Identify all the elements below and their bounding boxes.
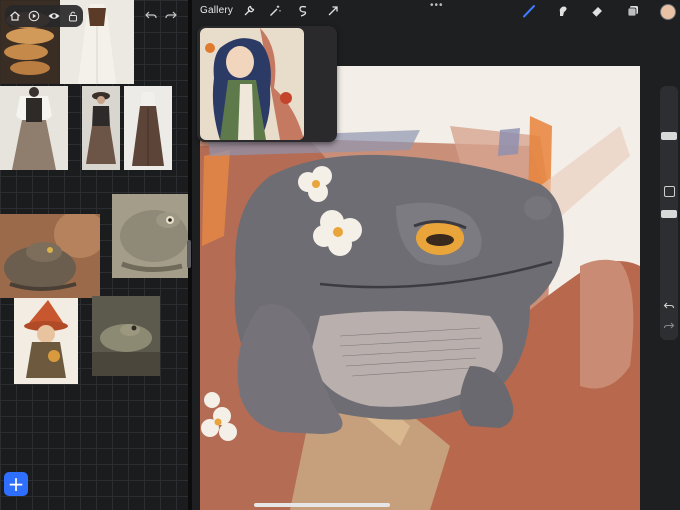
transform-arrow-icon[interactable] bbox=[326, 4, 340, 18]
split-view-handle[interactable] bbox=[187, 240, 191, 268]
reference-photo-outfit-3[interactable] bbox=[124, 86, 172, 170]
witch-girl-image bbox=[200, 28, 304, 140]
top-toolbar: Gallery ••• bbox=[192, 0, 680, 24]
modify-button[interactable] bbox=[664, 186, 675, 197]
reference-photo-toad-1[interactable] bbox=[0, 214, 100, 298]
reference-window[interactable] bbox=[197, 26, 337, 142]
brush-size-slider[interactable] bbox=[661, 132, 677, 140]
gallery-button[interactable]: Gallery bbox=[200, 5, 233, 16]
toad-photo-1-image bbox=[0, 214, 100, 298]
play-icon[interactable] bbox=[28, 10, 40, 22]
outfit-1-image bbox=[0, 86, 68, 170]
toad-photo-2-image bbox=[112, 194, 188, 278]
reference-photo-outfit-1[interactable] bbox=[0, 86, 68, 170]
lock-icon[interactable] bbox=[67, 10, 79, 22]
eraser-icon[interactable] bbox=[590, 4, 604, 18]
brush-opacity-slider[interactable] bbox=[661, 210, 677, 218]
magic-wand-icon[interactable] bbox=[268, 4, 282, 18]
wrench-icon[interactable] bbox=[242, 4, 256, 18]
color-picker-swatch[interactable] bbox=[660, 4, 676, 20]
board-undo-icon[interactable] bbox=[144, 8, 158, 22]
reference-photo-outfit-2[interactable] bbox=[82, 86, 120, 170]
outfit-2-image bbox=[82, 86, 120, 170]
add-reference-button[interactable]: + bbox=[4, 472, 28, 496]
board-toolbar bbox=[5, 5, 83, 27]
outfit-3-image bbox=[124, 86, 172, 170]
home-icon[interactable] bbox=[9, 10, 21, 22]
undo-icon[interactable] bbox=[663, 300, 675, 312]
layers-icon[interactable] bbox=[626, 4, 640, 18]
reference-image-witch-girl bbox=[200, 28, 304, 140]
toad-photo-3-image bbox=[92, 296, 160, 376]
witch-illustration-image bbox=[14, 298, 78, 384]
selection-icon[interactable] bbox=[296, 4, 310, 18]
brush-sidebar bbox=[660, 86, 678, 340]
home-indicator[interactable] bbox=[254, 503, 390, 507]
reference-board[interactable]: + bbox=[0, 0, 188, 510]
brush-icon[interactable] bbox=[522, 4, 536, 18]
eye-icon[interactable] bbox=[48, 10, 60, 22]
more-options-handle[interactable]: ••• bbox=[430, 0, 444, 11]
reference-photo-toad-3[interactable] bbox=[92, 296, 160, 376]
procreate-canvas-pane: Gallery ••• bbox=[192, 0, 680, 510]
board-redo-icon[interactable] bbox=[164, 8, 178, 22]
smudge-icon[interactable] bbox=[556, 4, 570, 18]
reference-photo-toad-2[interactable] bbox=[112, 194, 188, 278]
reference-illustration-witch[interactable] bbox=[14, 298, 78, 384]
redo-icon[interactable] bbox=[663, 320, 675, 332]
